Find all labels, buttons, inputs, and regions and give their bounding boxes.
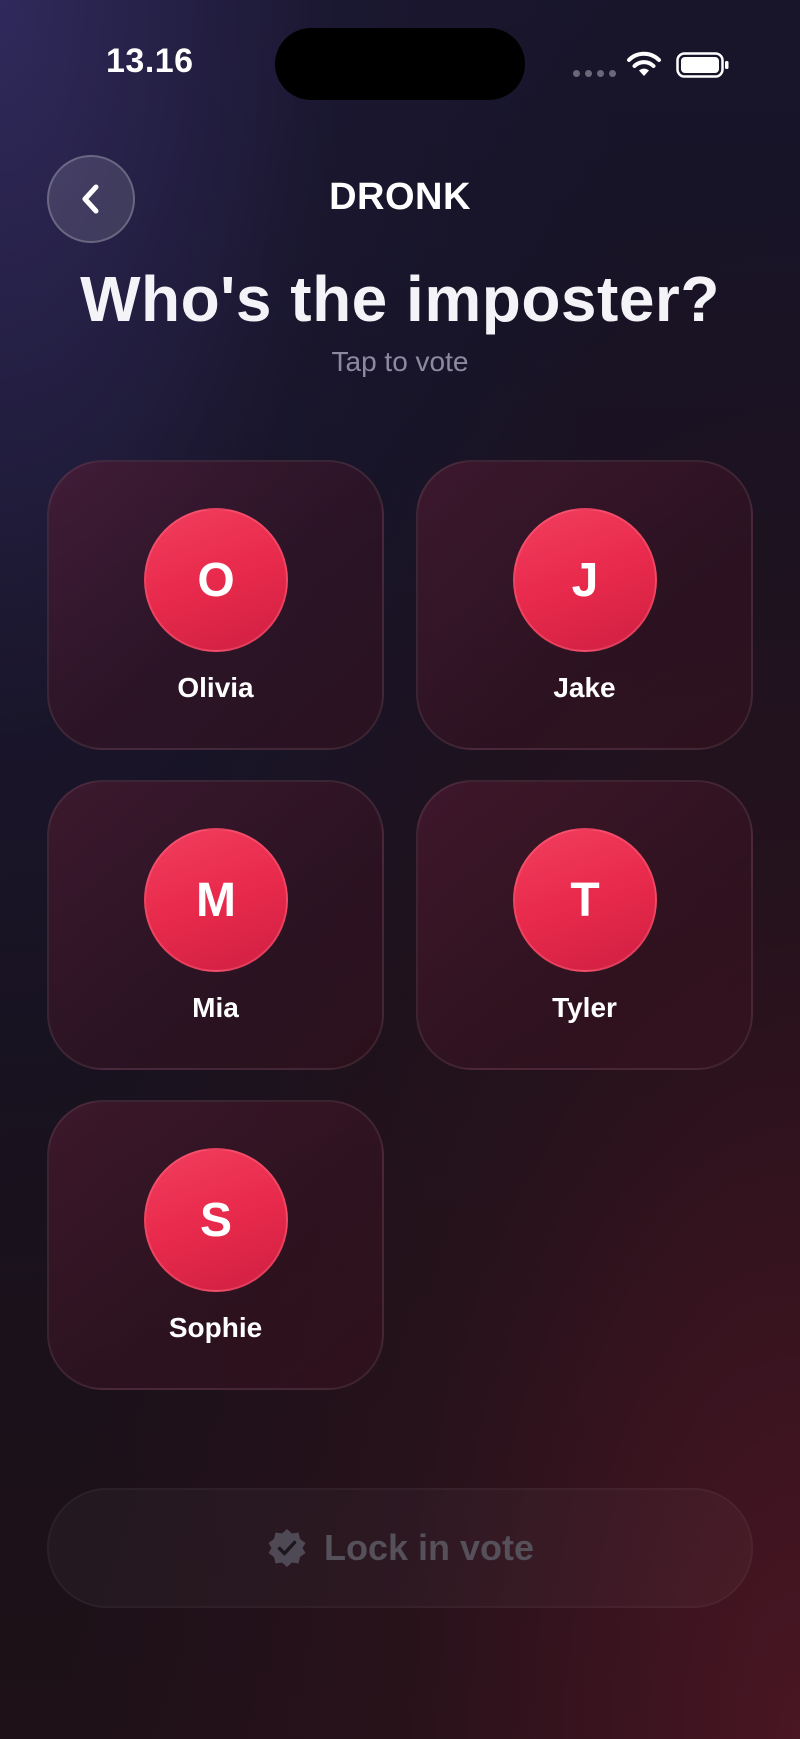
vote-screen: 13.16 DRONK Who's the imposter? Tap to v…: [0, 0, 800, 1739]
cellular-signal-icon: [573, 70, 616, 77]
player-card-jake[interactable]: J Jake: [416, 460, 753, 750]
status-bar: 13.16: [0, 0, 800, 130]
player-name: Tyler: [552, 992, 617, 1023]
avatar: M: [144, 828, 288, 972]
status-time: 13.16: [106, 42, 194, 80]
player-name: Mia: [192, 992, 239, 1023]
dynamic-island: [275, 28, 525, 100]
avatar: S: [144, 1148, 288, 1292]
lock-in-vote-button[interactable]: Lock in vote: [47, 1488, 753, 1608]
wifi-icon: [627, 51, 661, 76]
player-card-olivia[interactable]: O Olivia: [47, 460, 384, 750]
player-card-tyler[interactable]: T Tyler: [416, 780, 753, 1070]
player-name: Sophie: [168, 1312, 263, 1343]
player-name: Jake: [553, 672, 616, 703]
avatar: O: [144, 508, 288, 652]
page-subtitle: Tap to vote: [331, 346, 469, 377]
avatar: T: [513, 828, 657, 972]
player-card-mia[interactable]: M Mia: [47, 780, 384, 1070]
app-title: DRONK: [329, 176, 471, 218]
player-name: Olivia: [177, 672, 254, 703]
avatar: J: [513, 508, 657, 652]
battery-icon: [676, 52, 729, 78]
lock-in-vote-label: Lock in vote: [323, 1527, 535, 1568]
check-badge-icon: [268, 1529, 306, 1567]
page-title: Who's the imposter?: [80, 263, 720, 335]
player-card-sophie[interactable]: S Sophie: [47, 1100, 384, 1390]
